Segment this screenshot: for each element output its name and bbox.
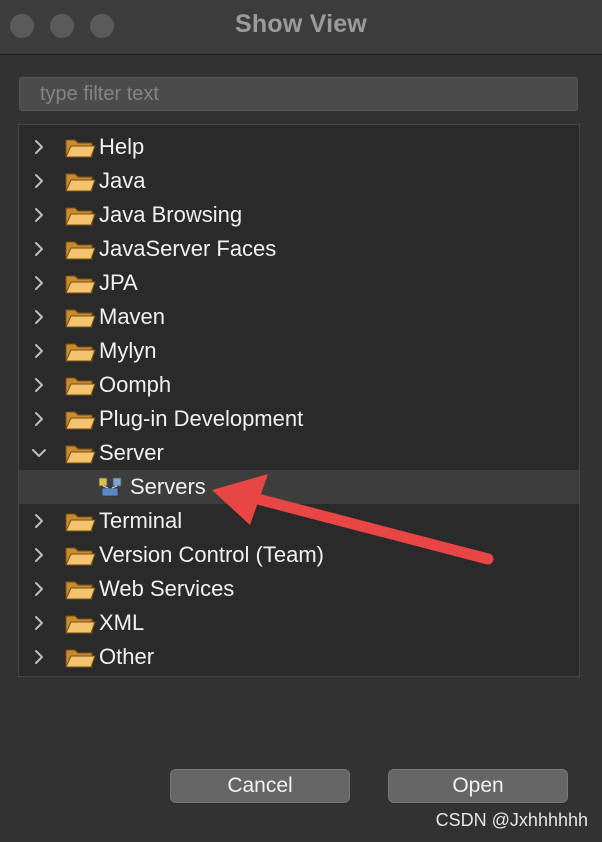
tree-category[interactable]: Maven	[19, 300, 579, 334]
chevron-right-icon[interactable]	[29, 239, 49, 259]
chevron-right-icon[interactable]	[29, 137, 49, 157]
chevron-right-icon[interactable]	[29, 409, 49, 429]
tree-category[interactable]: JavaServer Faces	[19, 232, 579, 266]
folder-icon	[65, 309, 96, 328]
tree-category-label: Plug-in Development	[99, 406, 304, 431]
folder-icon	[65, 207, 96, 226]
chevron-right-icon[interactable]	[29, 307, 49, 327]
view-tree[interactable]: Help Java Java Browsing JavaServer Faces JPA…	[18, 124, 580, 677]
tree-category-label: Web Services	[99, 576, 235, 601]
open-button[interactable]: Open	[388, 769, 568, 803]
folder-icon	[65, 547, 96, 566]
folder-icon	[65, 513, 96, 532]
tree-category-label: JPA	[99, 270, 138, 295]
tree-category[interactable]: Terminal	[19, 504, 579, 538]
folder-icon	[65, 275, 96, 294]
chevron-right-icon[interactable]	[29, 613, 49, 633]
tree-category-label: Oomph	[99, 372, 172, 397]
tree-category[interactable]: XML	[19, 606, 579, 640]
tree-category-label: Terminal	[99, 508, 183, 533]
chevron-right-icon[interactable]	[29, 545, 49, 565]
tree-category-label: Help	[99, 134, 145, 159]
tree-category[interactable]: JPA	[19, 266, 579, 300]
chevron-right-icon[interactable]	[29, 205, 49, 225]
chevron-right-icon[interactable]	[29, 171, 49, 191]
folder-icon	[65, 139, 96, 158]
tree-category-label: Java	[99, 168, 146, 193]
chevron-down-icon[interactable]	[29, 443, 49, 463]
tree-category-label: JavaServer Faces	[99, 236, 277, 261]
tree-category[interactable]: Help	[19, 130, 579, 164]
folder-icon	[65, 615, 96, 634]
cancel-button[interactable]: Cancel	[170, 769, 350, 803]
tree-category[interactable]: Oomph	[19, 368, 579, 402]
tree-category-label: Java Browsing	[99, 202, 243, 227]
servers-icon	[98, 477, 122, 497]
tree-category[interactable]: Mylyn	[19, 334, 579, 368]
chevron-right-icon[interactable]	[29, 579, 49, 599]
folder-icon	[65, 411, 96, 430]
watermark: CSDN @Jxhhhhhh	[435, 810, 588, 830]
tree-category[interactable]: Java	[19, 164, 579, 198]
tree-category[interactable]: Java Browsing	[19, 198, 579, 232]
folder-icon	[65, 581, 96, 600]
chevron-right-icon[interactable]	[29, 375, 49, 395]
tree-category[interactable]: Other	[19, 640, 579, 674]
tree-category-label: Version Control (Team)	[99, 542, 324, 567]
chevron-right-icon[interactable]	[29, 341, 49, 361]
tree-category-label: Mylyn	[99, 338, 157, 363]
tree-category-label: Server	[99, 440, 164, 465]
title-bar: Show View	[0, 0, 602, 55]
tree-category-label: Maven	[99, 304, 166, 329]
tree-view-label: Servers	[130, 474, 206, 499]
tree-view-item[interactable]: Servers	[19, 470, 579, 504]
tree-category[interactable]: Server	[19, 436, 579, 470]
filter-input[interactable]	[19, 77, 578, 111]
folder-icon	[65, 173, 96, 192]
chevron-right-icon[interactable]	[29, 511, 49, 531]
chevron-right-icon[interactable]	[29, 647, 49, 667]
tree-category[interactable]: Web Services	[19, 572, 579, 606]
tree-category-label: Other	[99, 644, 155, 669]
folder-icon	[65, 343, 96, 362]
tree-category[interactable]: Version Control (Team)	[19, 538, 579, 572]
folder-icon	[65, 445, 96, 464]
chevron-right-icon[interactable]	[29, 273, 49, 293]
tree-category[interactable]: Plug-in Development	[19, 402, 579, 436]
folder-icon	[65, 649, 96, 668]
window-title: Show View	[235, 10, 367, 38]
folder-icon	[65, 241, 96, 260]
tree-category-label: XML	[99, 610, 145, 635]
folder-icon	[65, 377, 96, 396]
